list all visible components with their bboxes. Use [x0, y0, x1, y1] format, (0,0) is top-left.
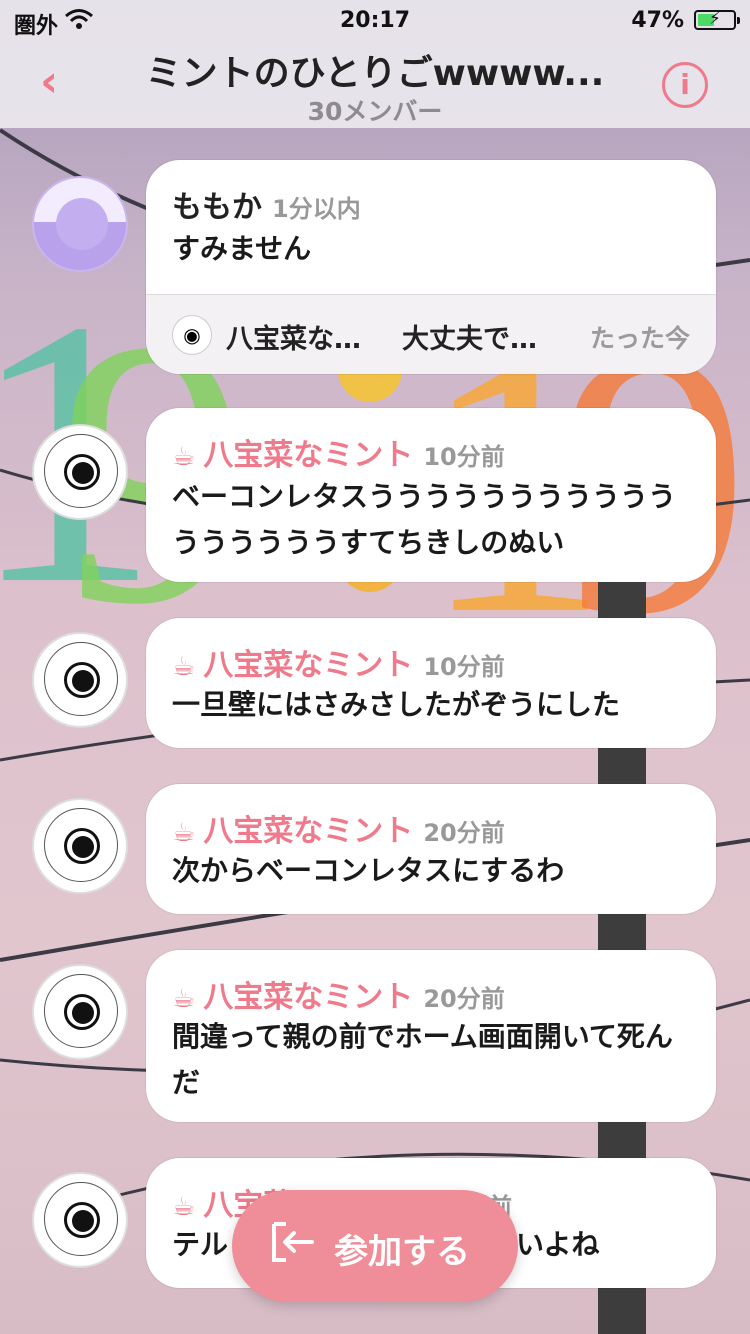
- message-item: ももか 1分以内 すみません ◉ 八宝菜な… 大丈夫で… たった今: [0, 160, 750, 376]
- reply-preview[interactable]: ◉ 八宝菜な… 大丈夫で… たった今: [146, 294, 716, 374]
- sender-name: 八宝菜なミント: [203, 980, 414, 1015]
- message-item: ☕ 八宝菜なミント 10分前 一旦壁にはさみさしたがぞうにした: [0, 618, 750, 748]
- message-bubble[interactable]: ☕ 八宝菜なミント 20分前 間違って親の前でホーム画面開いて死んだ: [146, 950, 716, 1122]
- battery-nub: [737, 17, 740, 24]
- coffee-cup-icon: ☕: [172, 818, 196, 848]
- message-bubble[interactable]: ももか 1分以内 すみません ◉ 八宝菜な… 大丈夫で… たった今: [146, 160, 716, 374]
- coffee-cup-icon: ☕: [172, 984, 196, 1014]
- message-text: 一旦壁にはさみさしたがぞうにした: [172, 688, 621, 721]
- smiley-face-icon: [56, 198, 108, 250]
- coffee-cup-icon: ☕: [172, 652, 196, 682]
- message-time: 20分前: [423, 819, 505, 847]
- avatar[interactable]: [32, 632, 128, 728]
- coffee-cup-icon: ☕: [172, 442, 196, 472]
- message-meta: ☕ 八宝菜なミント 20分前: [172, 972, 505, 1016]
- sender-name: ももか: [172, 190, 262, 225]
- message-item: ☕ 八宝菜なミント 20分前 次からベーコンレタスにするわ: [0, 784, 750, 914]
- charging-bolt-icon: ⚡: [709, 9, 721, 29]
- avatar[interactable]: [32, 964, 128, 1060]
- sender-name: 八宝菜なミント: [203, 814, 414, 849]
- join-button[interactable]: 参加する: [232, 1190, 518, 1302]
- pupil: [72, 462, 94, 484]
- message-text: 次からベーコンレタスにするわ: [172, 854, 565, 887]
- info-button[interactable]: i: [662, 62, 708, 108]
- message-meta: ☕ 八宝菜なミント 20分前: [172, 806, 505, 850]
- coffee-cup-icon: ☕: [172, 1192, 196, 1222]
- status-bar: 圏外 20:17 47% ⚡: [0, 0, 750, 40]
- message-text: すみません: [172, 232, 312, 265]
- message-time: 20分前: [423, 985, 505, 1013]
- reply-sender: 八宝菜な…: [226, 324, 361, 355]
- avatar[interactable]: [32, 798, 128, 894]
- message-text: ベーコンレタスうううううううううううううううううすてちきしのぬい: [172, 480, 677, 559]
- reply-avatar: ◉: [172, 315, 212, 355]
- message-meta: ☕ 八宝菜なミント 10分前: [172, 640, 505, 684]
- message-time: 10分前: [423, 653, 505, 681]
- avatar[interactable]: [32, 424, 128, 520]
- member-count[interactable]: 30メンバー: [0, 92, 750, 128]
- sender-name: 八宝菜なミント: [203, 648, 414, 683]
- battery-icon: ⚡: [694, 9, 740, 30]
- message-meta: ☕ 八宝菜なミント 10分前: [172, 430, 505, 474]
- chat-title: ミントのひとりごwwww...: [145, 53, 605, 94]
- message-text: 間違って親の前でホーム画面開いて死んだ: [172, 1020, 673, 1099]
- message-bubble[interactable]: ☕ 八宝菜なミント 20分前 次からベーコンレタスにするわ: [146, 784, 716, 914]
- pupil: [72, 1002, 94, 1024]
- reply-time: たった今: [589, 324, 690, 353]
- pupil: [72, 836, 94, 858]
- message-item: ☕ 八宝菜なミント 20分前 間違って親の前でホーム画面開いて死んだ: [0, 950, 750, 1122]
- enter-icon: [270, 1222, 316, 1271]
- pupil: [72, 1210, 94, 1232]
- join-button-label: 参加する: [334, 1232, 470, 1272]
- avatar[interactable]: [32, 176, 128, 272]
- message-meta: ももか 1分以内: [172, 182, 361, 226]
- chat-header: ‹ ミントのひとりごwwww... 30メンバー i: [0, 40, 750, 128]
- info-icon: i: [680, 68, 690, 101]
- pupil: [72, 670, 94, 692]
- message-bubble[interactable]: ☕ 八宝菜なミント 10分前 ベーコンレタスうううううううううううううううううすてち…: [146, 408, 716, 582]
- message-time: 1分以内: [272, 195, 361, 223]
- sender-name: 八宝菜なミント: [203, 438, 414, 473]
- message-bubble[interactable]: ☕ 八宝菜なミント 10分前 一旦壁にはさみさしたがぞうにした: [146, 618, 716, 748]
- message-item: ☕ 八宝菜なミント 10分前 ベーコンレタスうううううううううううううううううすてち…: [0, 408, 750, 584]
- reply-text: 大丈夫で…: [402, 324, 537, 355]
- message-text-tail: いよね: [516, 1228, 600, 1261]
- battery-percent: 47%: [631, 8, 684, 33]
- message-time: 10分前: [423, 443, 505, 471]
- avatar[interactable]: [32, 1172, 128, 1268]
